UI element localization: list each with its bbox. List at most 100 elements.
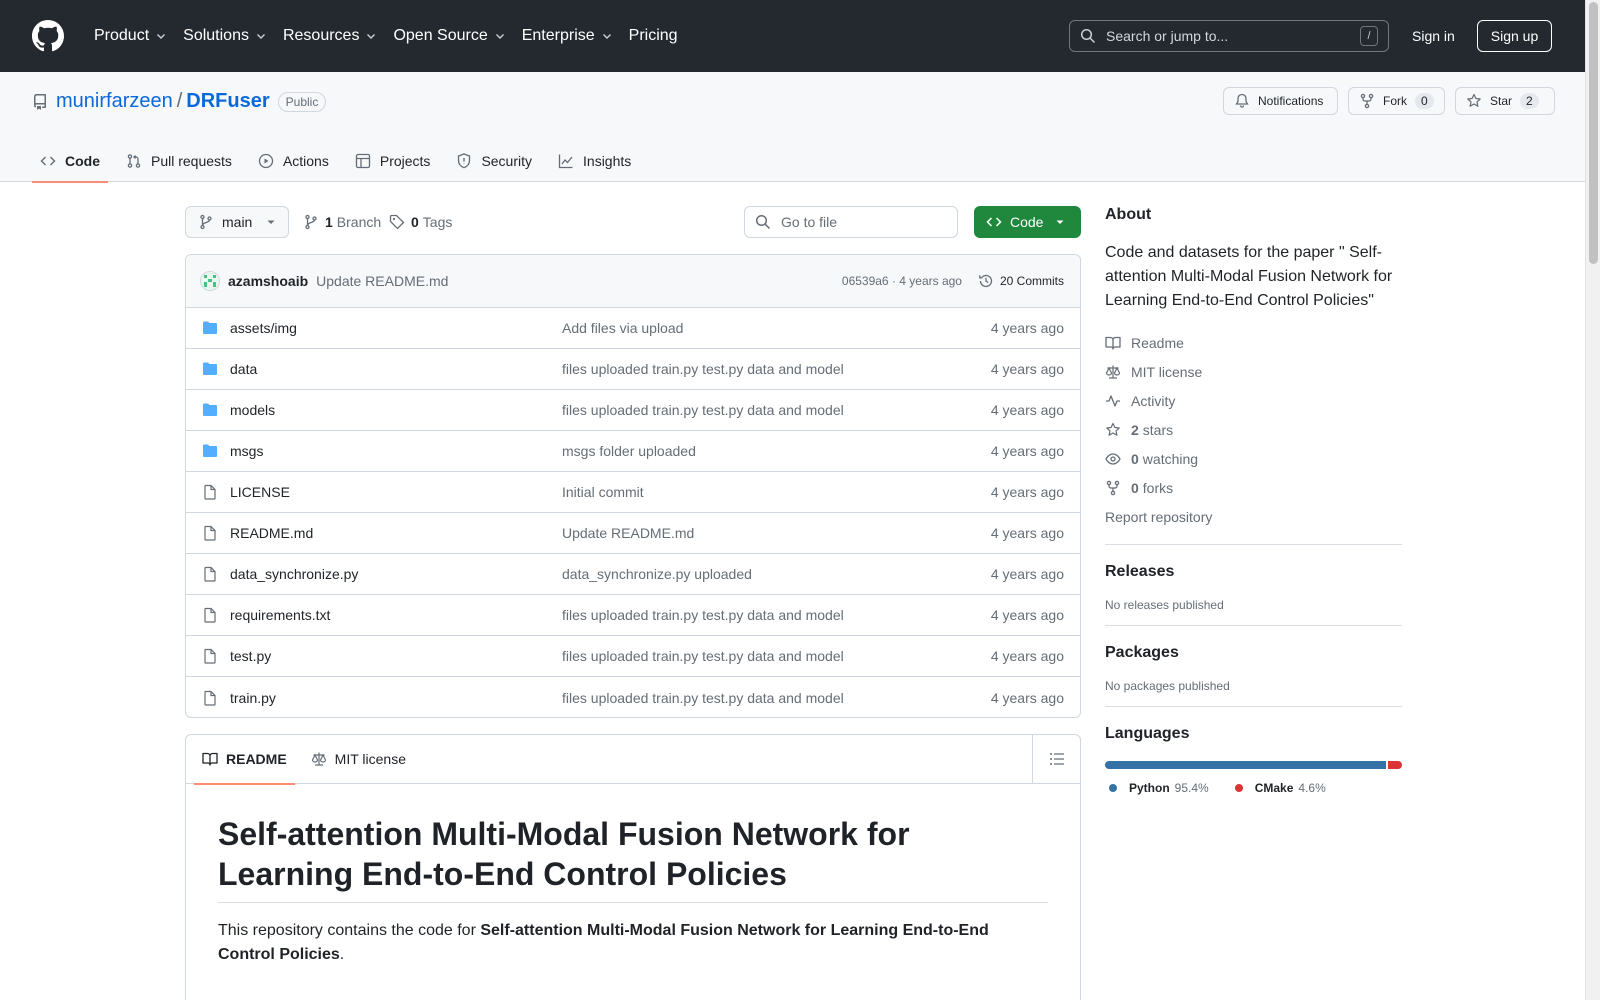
file-row[interactable]: data files uploaded train.py test.py data… (186, 349, 1080, 390)
notifications-button[interactable]: Notifications (1223, 87, 1338, 115)
tab-readme[interactable]: README (194, 735, 295, 785)
commit-sha-time[interactable]: 06539a6 · 4 years ago (842, 274, 962, 288)
nav-resources[interactable]: Resources (275, 20, 385, 52)
languages-title: Languages (1105, 725, 1190, 742)
file-row[interactable]: assets/img Add files via upload 4 years ag… (186, 308, 1080, 349)
file-commit-message-link[interactable]: Initial commit (562, 484, 991, 500)
branches-link[interactable]: 1 Branch (303, 206, 381, 238)
file-commit-message-link[interactable]: files uploaded train.py test.py data and… (562, 402, 991, 418)
tab-mit-license[interactable]: MIT license (303, 735, 414, 784)
file-row[interactable]: msgs msgs folder uploaded 4 years ago (186, 431, 1080, 472)
file-name-link[interactable]: train.py (230, 690, 562, 706)
report-repository-link[interactable]: Report repository (1105, 502, 1402, 531)
branch-name: main (222, 214, 253, 230)
report-repository-label: Report repository (1105, 508, 1213, 525)
file-name-link[interactable]: data_synchronize.py (230, 566, 562, 582)
github-logo-icon[interactable] (32, 20, 64, 52)
language-bar-segment (1105, 761, 1387, 769)
file-commit-message-link[interactable]: Add files via upload (562, 320, 991, 336)
nav-open-source[interactable]: Open Source (385, 20, 513, 52)
file-type-icon (202, 690, 220, 706)
search-input[interactable]: Search or jump to... / (1069, 20, 1389, 52)
repo-name-link[interactable]: DRFuser (186, 90, 269, 113)
scrollbar-thumb[interactable] (1589, 2, 1598, 264)
book-icon (202, 752, 218, 766)
vertical-scrollbar[interactable] (1585, 0, 1600, 1000)
latest-commit-bar: azamshoaib Update README.md 06539a6 · 4 … (186, 255, 1080, 308)
packages-title[interactable]: Packages (1105, 644, 1402, 662)
outline-button[interactable] (1032, 735, 1080, 783)
nav-pricing[interactable]: Pricing (621, 20, 686, 52)
file-name-link[interactable]: README.md (230, 525, 562, 541)
file-row[interactable]: README.md Update README.md 4 years ago (186, 513, 1080, 554)
code-dropdown-button[interactable]: Code (974, 206, 1081, 238)
avatar[interactable] (200, 271, 220, 291)
commits-link[interactable]: 20 Commits (978, 273, 1064, 289)
nav-solutions[interactable]: Solutions (175, 20, 275, 52)
commit-author-link[interactable]: azamshoaib (228, 273, 308, 289)
file-commit-message-link[interactable]: files uploaded train.py test.py data and… (562, 607, 991, 623)
file-row[interactable]: LICENSE Initial commit 4 years ago (186, 472, 1080, 513)
language-bar-segment (1388, 761, 1402, 769)
tags-link[interactable]: 0 Tags (389, 206, 452, 238)
license-link[interactable]: MIT license (1105, 357, 1402, 386)
nav-enterprise[interactable]: Enterprise (514, 20, 621, 52)
stars-link[interactable]: 2 stars (1105, 415, 1402, 444)
search-icon (1080, 28, 1096, 44)
repo-owner-link[interactable]: munirfarzeen (56, 90, 173, 113)
tab-projects[interactable]: Projects (347, 140, 439, 182)
file-row[interactable]: models files uploaded train.py test.py da… (186, 390, 1080, 431)
file-commit-message-link[interactable]: data_synchronize.py uploaded (562, 566, 991, 582)
file-row[interactable]: data_synchronize.py data_synchronize.py u… (186, 554, 1080, 595)
file-row[interactable]: train.py files uploaded train.py test.py … (186, 677, 1080, 717)
file-name-link[interactable]: LICENSE (230, 484, 562, 500)
branch-select-button[interactable]: main (185, 206, 289, 238)
about-title: About (1105, 206, 1152, 223)
watchers-link[interactable]: 0 watching (1105, 444, 1402, 473)
chevron-down-icon (495, 34, 504, 39)
file-name-link[interactable]: data (230, 361, 562, 377)
file-row[interactable]: requirements.txt files uploaded train.py … (186, 595, 1080, 636)
file-commit-message-link[interactable]: msgs folder uploaded (562, 443, 991, 459)
readme-link[interactable]: Readme (1105, 328, 1402, 357)
tab-pull-requests[interactable]: Pull requests (118, 140, 240, 182)
go-to-file-input[interactable]: Go to file (744, 206, 958, 238)
fork-button[interactable]: Fork 0 (1348, 87, 1445, 115)
stars-count: 2 (1131, 421, 1139, 438)
code-icon (40, 156, 56, 166)
fork-count: 0 (1415, 93, 1434, 109)
law-icon (1105, 365, 1121, 379)
table-icon (355, 153, 371, 169)
activity-link[interactable]: Activity (1105, 386, 1402, 415)
tab-security[interactable]: Security (448, 140, 540, 182)
nav-product-label: Product (94, 27, 150, 44)
folder-icon (203, 403, 217, 416)
forks-link[interactable]: 0 forks (1105, 473, 1402, 502)
file-name-link[interactable]: assets/img (230, 320, 562, 336)
file-row[interactable]: test.py files uploaded train.py test.py d… (186, 636, 1080, 677)
sign-in-link[interactable]: Sign in (1412, 24, 1455, 48)
nav-product[interactable]: Product (86, 20, 175, 52)
file-commit-message-link[interactable]: files uploaded train.py test.py data and… (562, 648, 991, 664)
file-commit-message-link[interactable]: files uploaded train.py test.py data and… (562, 690, 991, 706)
sign-up-button[interactable]: Sign up (1477, 20, 1552, 52)
tab-insights[interactable]: Insights (550, 140, 639, 182)
language-color-dot (1234, 784, 1243, 792)
readme-content: Self-attention Multi-Modal Fusion Networ… (186, 784, 1080, 997)
language-item[interactable]: Python 95.4% (1105, 781, 1209, 795)
file-commit-message-link[interactable]: files uploaded train.py test.py data and… (562, 361, 991, 377)
language-item[interactable]: CMake 4.6% (1231, 781, 1326, 795)
file-name-link[interactable]: msgs (230, 443, 562, 459)
sidebar-divider (1105, 625, 1402, 626)
file-name-link[interactable]: models (230, 402, 562, 418)
commit-message-link[interactable]: Update README.md (316, 273, 842, 289)
tab-code[interactable]: Code (32, 140, 108, 183)
releases-title[interactable]: Releases (1105, 563, 1402, 581)
star-button[interactable]: Star 2 (1455, 87, 1555, 115)
tab-actions[interactable]: Actions (250, 140, 337, 182)
file-commit-message-link[interactable]: Update README.md (562, 525, 991, 541)
file-name-link[interactable]: requirements.txt (230, 607, 562, 623)
about-description: Code and datasets for the paper " Self-a… (1105, 244, 1393, 309)
tab-mit-license-label: MIT license (334, 751, 406, 767)
file-name-link[interactable]: test.py (230, 648, 562, 664)
